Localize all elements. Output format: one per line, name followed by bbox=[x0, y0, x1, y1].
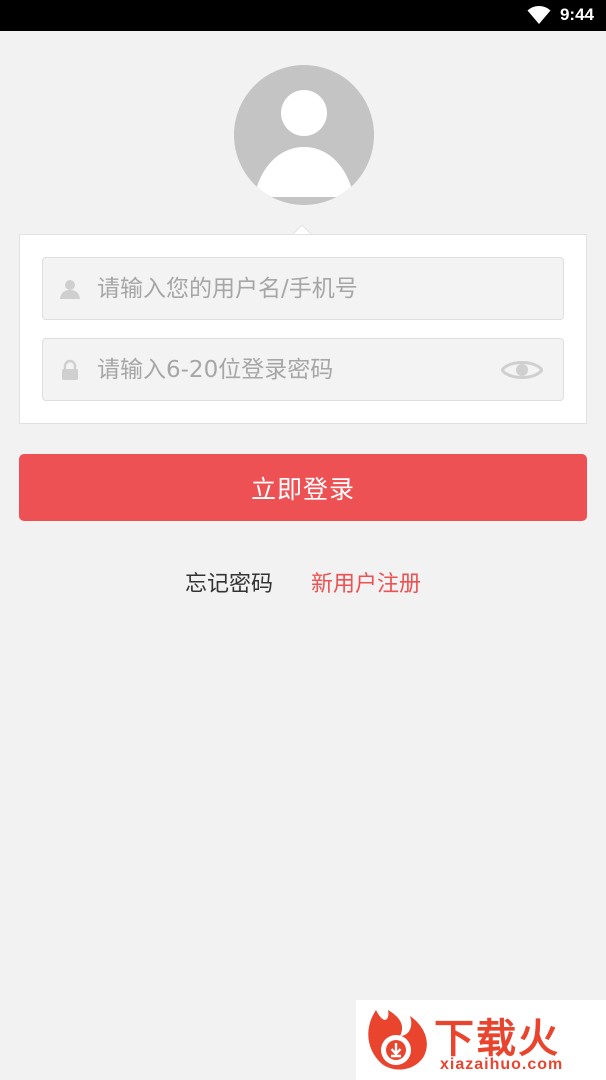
password-field[interactable] bbox=[42, 338, 564, 401]
default-avatar-icon bbox=[234, 65, 374, 205]
status-bar: 9:44 bbox=[0, 0, 606, 31]
avatar[interactable] bbox=[234, 65, 374, 205]
status-time: 9:44 bbox=[559, 5, 594, 24]
watermark-brand-en: xiazaihuo.com bbox=[440, 1056, 564, 1073]
user-icon bbox=[60, 280, 80, 299]
wifi-icon bbox=[527, 6, 551, 24]
auth-links: 忘记密码 新用户注册 bbox=[0, 566, 606, 606]
flame-download-logo-icon bbox=[368, 1010, 427, 1070]
forgot-password-link[interactable]: 忘记密码 bbox=[185, 566, 273, 606]
watermark: 下载火 xiazaihuo.com bbox=[356, 1000, 606, 1080]
login-button[interactable]: 立即登录 bbox=[19, 454, 587, 521]
username-field[interactable] bbox=[42, 257, 564, 320]
username-input[interactable] bbox=[97, 258, 497, 319]
login-card bbox=[19, 234, 587, 424]
password-input[interactable] bbox=[97, 339, 497, 400]
lock-icon bbox=[62, 359, 78, 380]
eye-icon[interactable] bbox=[501, 357, 543, 383]
register-link[interactable]: 新用户注册 bbox=[311, 566, 421, 606]
